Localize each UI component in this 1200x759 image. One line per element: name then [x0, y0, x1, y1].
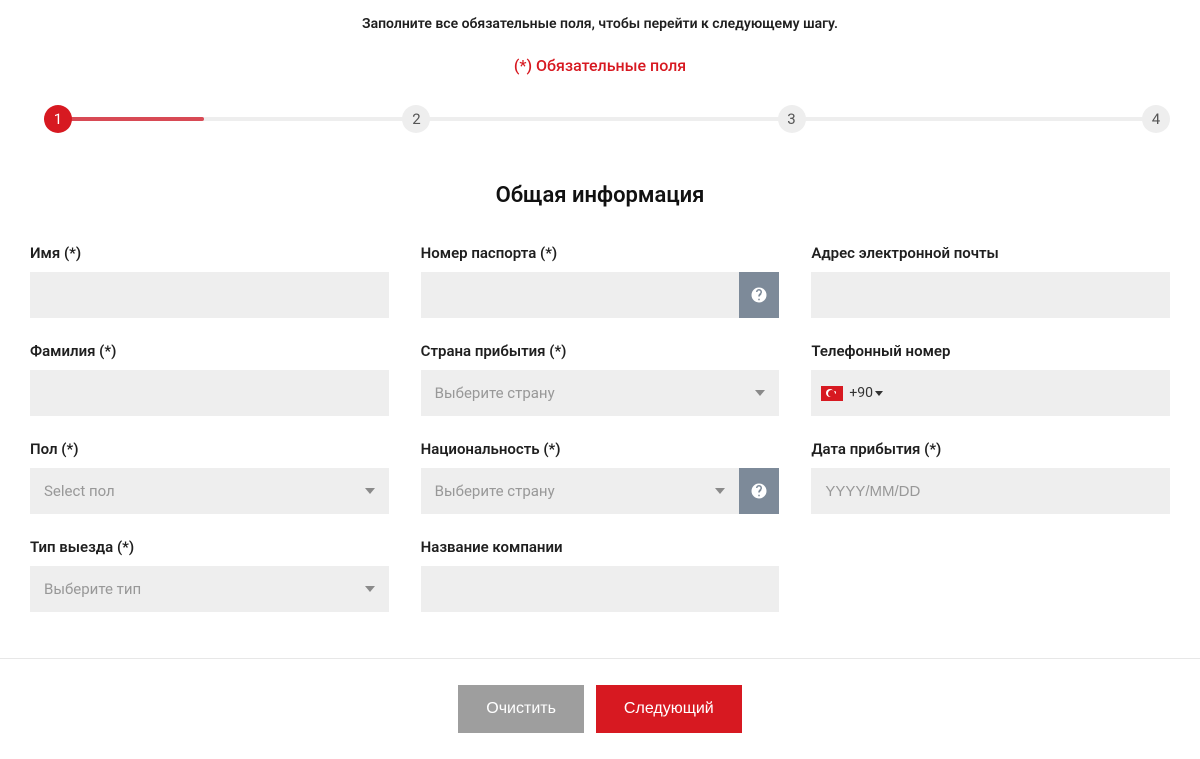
email-input[interactable]	[811, 272, 1170, 318]
field-exit-type: Тип выезда (*) Выберите тип	[30, 538, 389, 612]
passport-label: Номер паспорта (*)	[421, 244, 780, 262]
next-button[interactable]: Следующий	[596, 685, 742, 733]
field-first-name: Имя (*)	[30, 244, 389, 318]
chevron-down-icon	[365, 586, 375, 592]
arrival-date-input[interactable]	[811, 468, 1170, 514]
chevron-down-icon	[365, 488, 375, 494]
field-company: Название компании	[421, 538, 780, 612]
step-4[interactable]: 4	[1142, 105, 1170, 133]
phone-label: Телефонный номер	[811, 342, 1170, 360]
passport-help-button[interactable]	[739, 272, 779, 318]
first-name-label: Имя (*)	[30, 244, 389, 262]
step-1[interactable]: 1	[44, 105, 72, 133]
stepper: 1 2 3 4	[30, 105, 1170, 133]
clear-button[interactable]: Очистить	[458, 685, 584, 733]
help-icon	[750, 286, 768, 304]
section-title: Общая информация	[0, 183, 1200, 208]
company-label: Название компании	[421, 538, 780, 556]
gender-placeholder: Select пол	[44, 482, 115, 500]
step-2[interactable]: 2	[402, 105, 430, 133]
passport-input[interactable]	[421, 272, 740, 318]
phone-number-input[interactable]	[891, 370, 1160, 416]
last-name-label: Фамилия (*)	[30, 342, 389, 360]
dial-code[interactable]: +90	[849, 385, 873, 401]
nationality-label: Национальность (*)	[421, 440, 780, 458]
footer-actions: Очистить Следующий	[0, 659, 1200, 759]
gender-select[interactable]: Select пол	[30, 468, 389, 514]
first-name-input[interactable]	[30, 272, 389, 318]
field-passport: Номер паспорта (*)	[421, 244, 780, 318]
required-fields-note: (*) Обязательные поля	[0, 56, 1200, 75]
field-phone: Телефонный номер +90	[811, 342, 1170, 416]
exit-type-select[interactable]: Выберите тип	[30, 566, 389, 612]
instruction-text: Заполните все обязательные поля, чтобы п…	[0, 0, 1200, 32]
field-nationality: Национальность (*) Выберите страну	[421, 440, 780, 514]
company-input[interactable]	[421, 566, 780, 612]
phone-input-wrap: +90	[811, 370, 1170, 416]
email-label: Адрес электронной почты	[811, 244, 1170, 262]
flag-turkey-icon[interactable]	[821, 386, 843, 401]
stepper-track	[44, 117, 1156, 121]
step-3[interactable]: 3	[778, 105, 806, 133]
chevron-down-icon[interactable]	[875, 391, 883, 396]
field-arrival-date: Дата прибытия (*)	[811, 440, 1170, 514]
field-arrival-country: Страна прибытия (*) Выберите страну	[421, 342, 780, 416]
exit-type-placeholder: Выберите тип	[44, 580, 141, 598]
help-icon	[750, 482, 768, 500]
nationality-help-button[interactable]	[739, 468, 779, 514]
nationality-select[interactable]: Выберите страну	[421, 468, 740, 514]
nationality-placeholder: Выберите страну	[435, 482, 555, 500]
arrival-date-label: Дата прибытия (*)	[811, 440, 1170, 458]
form-grid: Имя (*) Номер паспорта (*) Адрес электро…	[0, 208, 1200, 612]
exit-type-label: Тип выезда (*)	[30, 538, 389, 556]
field-last-name: Фамилия (*)	[30, 342, 389, 416]
last-name-input[interactable]	[30, 370, 389, 416]
arrival-country-label: Страна прибытия (*)	[421, 342, 780, 360]
arrival-country-select[interactable]: Выберите страну	[421, 370, 780, 416]
field-gender: Пол (*) Select пол	[30, 440, 389, 514]
gender-label: Пол (*)	[30, 440, 389, 458]
empty-cell	[811, 538, 1170, 612]
field-email: Адрес электронной почты	[811, 244, 1170, 318]
chevron-down-icon	[755, 390, 765, 396]
arrival-country-placeholder: Выберите страну	[435, 384, 555, 402]
chevron-down-icon	[715, 488, 725, 494]
